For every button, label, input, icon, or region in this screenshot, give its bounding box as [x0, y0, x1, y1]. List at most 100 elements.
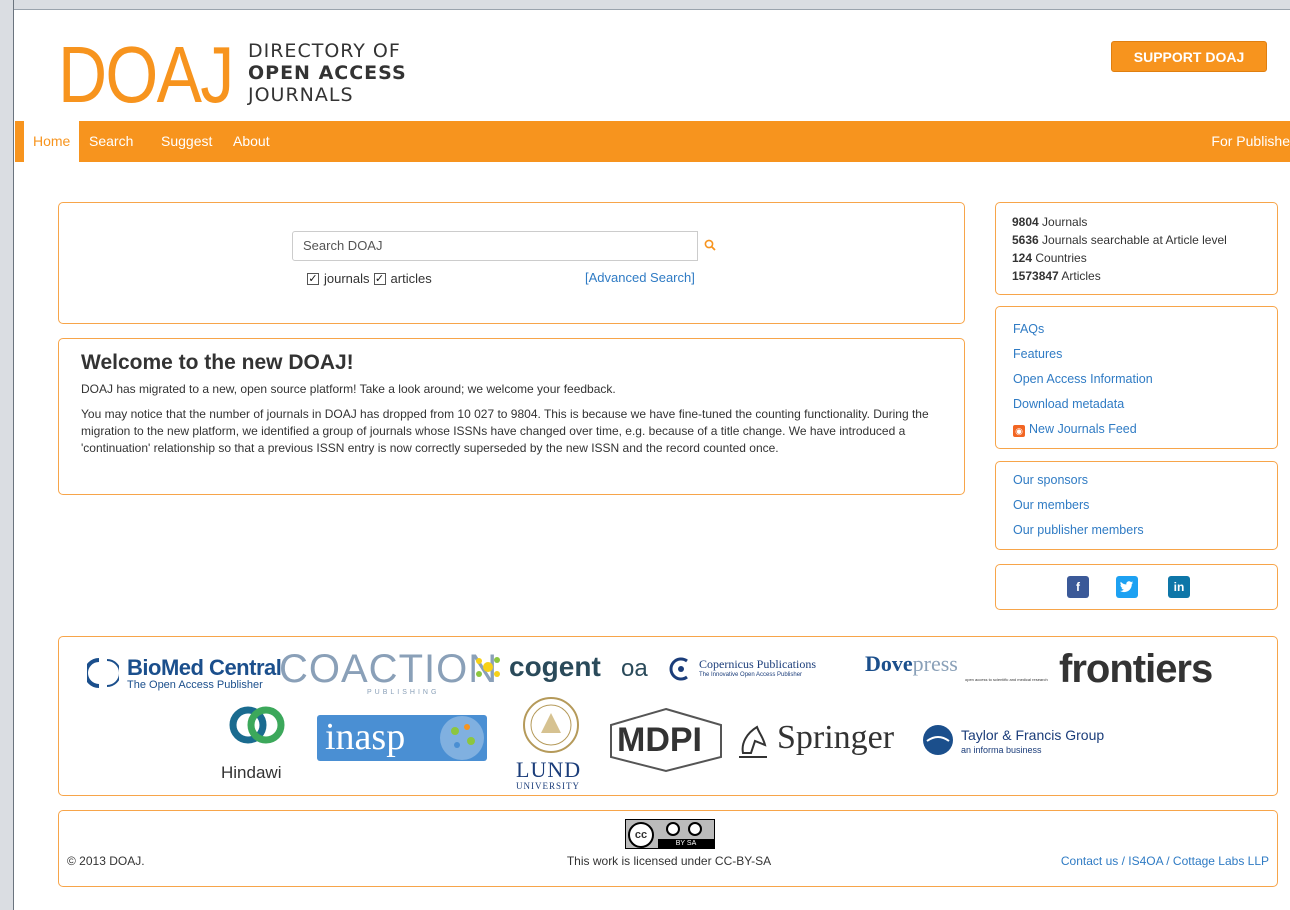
journals-label: journals [324, 271, 370, 286]
window-frame-top [0, 0, 1290, 10]
info-links-panel: FAQs Features Open Access Information Do… [995, 306, 1278, 449]
rss-icon: ◉ [1013, 425, 1025, 437]
search-icon [704, 239, 716, 251]
nav-about[interactable]: About [233, 121, 270, 162]
nav-suggest[interactable]: Suggest [161, 121, 212, 162]
copernicus-logo-icon [669, 657, 688, 681]
doaj-logo[interactable]: DOAJ DIRECTORY OF OPEN ACCESS JOURNALS [58, 30, 406, 119]
copernicus-name: Copernicus Publications [699, 657, 816, 671]
link-our-members[interactable]: Our members [1013, 493, 1260, 518]
facebook-icon[interactable]: f [1067, 576, 1089, 598]
advanced-search-link[interactable]: [Advanced Search] [585, 270, 695, 285]
dove-name: Dove [865, 651, 913, 676]
logo-line-2: OPEN ACCESS [248, 62, 407, 84]
stat-value: 124 [1012, 251, 1033, 265]
search-button[interactable] [697, 231, 722, 261]
welcome-title: Welcome to the new DOAJ! [81, 351, 354, 374]
tandf-logo-icon [923, 725, 953, 755]
stat-label: Articles [1058, 269, 1101, 283]
springer-name: Springer [777, 719, 895, 756]
stat-article-level: 5636 Journals searchable at Article leve… [1012, 231, 1261, 249]
contact-links[interactable]: Contact us / IS4OA / Cottage Labs LLP [1061, 854, 1269, 868]
biomed-name: BioMed Central [127, 655, 282, 680]
inasp-globe-icon [440, 716, 484, 760]
footer-panel: © 2013 DOAJ. cc BY SA This work is licen… [58, 810, 1278, 887]
stat-countries: 124 Countries [1012, 249, 1261, 267]
link-open-access-info[interactable]: Open Access Information [1013, 367, 1260, 392]
stat-label: Countries [1032, 251, 1087, 265]
lund-seal-icon [523, 697, 579, 753]
window-frame-left [0, 0, 14, 910]
members-panel: Our sponsors Our members Our publisher m… [995, 461, 1278, 550]
biomed-tagline: The Open Access Publisher [127, 679, 263, 691]
tandf-name: Taylor & Francis Group [961, 727, 1105, 743]
welcome-paragraph-1: DOAJ has migrated to a new, open source … [81, 382, 616, 396]
tandf-sub: an informa business [961, 745, 1042, 755]
stat-label: Journals searchable at Article level [1038, 233, 1227, 247]
search-panel: Search DOAJ ✓ journals ✓ articles [Advan… [58, 202, 965, 324]
stat-journals: 9804 Journals [1012, 213, 1261, 231]
sponsor-hindawi[interactable]: Hindawi [219, 703, 299, 783]
nav-search[interactable]: Search [89, 121, 133, 162]
twitter-bird [1120, 581, 1134, 593]
sa-icon [688, 822, 702, 836]
journals-checkbox[interactable]: ✓ [307, 272, 319, 285]
copernicus-sub: The Innovative Open Access Publisher [699, 672, 803, 678]
link-features[interactable]: Features [1013, 342, 1260, 367]
stat-value: 5636 [1012, 233, 1039, 247]
linkedin-icon[interactable]: in [1168, 576, 1190, 598]
social-panel: f in [995, 564, 1278, 610]
link-faqs[interactable]: FAQs [1013, 317, 1260, 342]
twitter-icon[interactable] [1116, 576, 1138, 598]
articles-checkbox[interactable]: ✓ [373, 272, 386, 285]
stat-value: 9804 [1012, 215, 1039, 229]
by-icon [666, 822, 680, 836]
link-our-sponsors[interactable]: Our sponsors [1013, 468, 1260, 493]
biomed-logo-icon [87, 658, 119, 688]
welcome-panel: Welcome to the new DOAJ! DOAJ has migrat… [58, 338, 965, 495]
coaction-sub: PUBLISHING [367, 689, 440, 696]
cogent-logo-icon [476, 657, 500, 677]
link-download-metadata[interactable]: Download metadata [1013, 392, 1260, 417]
lund-name: LUND [516, 757, 582, 782]
cogent-oa: oa [621, 655, 648, 682]
stat-value: 1573847 [1012, 269, 1059, 283]
mdpi-name: MDPI [617, 721, 702, 759]
dove-press: press [912, 651, 958, 676]
stat-articles: 1573847 Articles [1012, 267, 1261, 285]
hindawi-name: Hindawi [221, 763, 282, 782]
lund-sub: UNIVERSITY [516, 781, 580, 791]
logo-tagline: DIRECTORY OF OPEN ACCESS JOURNALS [248, 40, 407, 106]
coaction-name: COACTION [279, 647, 499, 691]
hindawi-logo-icon [229, 706, 285, 744]
articles-label: articles [390, 271, 432, 286]
sponsor-frontiers[interactable]: frontiers [1059, 647, 1213, 692]
springer-horse-icon [739, 725, 767, 758]
search-scope: ✓ journals ✓ articles [307, 271, 436, 286]
cc-by-sa-badge[interactable]: cc BY SA [625, 819, 715, 849]
sponsor-dovepress[interactable]: Dovepress open access to scientific and … [865, 651, 1048, 682]
nav-for-publishers[interactable]: For Publishe [1211, 121, 1290, 162]
dove-sub: open access to scientific and medical re… [965, 677, 1048, 682]
search-input[interactable]: Search DOAJ [292, 231, 722, 261]
sponsor-inasp[interactable]: inasp [317, 715, 497, 765]
inasp-name: inasp [325, 716, 406, 758]
logo-line-3: JOURNALS [248, 84, 354, 106]
feed-label: New Journals Feed [1029, 422, 1137, 436]
cogent-name: cogent [509, 651, 601, 682]
main-navbar: Home Search Suggest About For Publishe [15, 121, 1290, 162]
link-new-journals-feed[interactable]: ◉ New Journals Feed [1013, 417, 1260, 442]
sponsor-mdpi[interactable]: MDPI [607, 707, 725, 773]
by-sa-label: BY SA [658, 839, 714, 848]
sponsor-coaction[interactable]: COACTION PUBLISHING [279, 647, 499, 696]
stat-label: Journals [1038, 215, 1088, 229]
sponsor-lund[interactable]: LUND UNIVERSITY [511, 695, 591, 795]
nav-home[interactable]: Home [24, 121, 80, 162]
cc-icon: cc [628, 822, 654, 848]
support-doaj-button[interactable]: SUPPORT DOAJ [1111, 41, 1267, 72]
link-publisher-members[interactable]: Our publisher members [1013, 518, 1260, 543]
logo-letters: DOAJ [58, 30, 234, 119]
sponsors-panel: BioMed Central The Open Access Publisher… [58, 636, 1278, 796]
stats-panel: 9804 Journals 5636 Journals searchable a… [995, 202, 1278, 295]
welcome-paragraph-2: You may notice that the number of journa… [81, 407, 929, 455]
